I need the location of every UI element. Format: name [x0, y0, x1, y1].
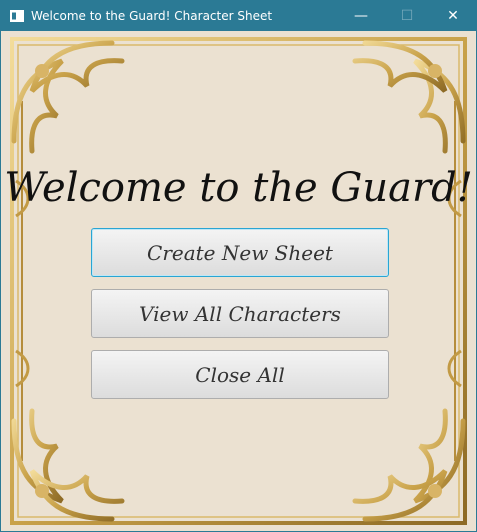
app-window-icon [9, 8, 25, 24]
title-bar[interactable]: Welcome to the Guard! Character Sheet — … [1, 1, 476, 31]
maximize-icon: ☐ [400, 8, 414, 24]
view-all-characters-button[interactable]: View All Characters [91, 289, 389, 338]
main-content: Welcome to the Guard! Create New Sheet V… [2, 31, 475, 531]
maximize-button: ☐ [384, 1, 430, 31]
app-window: Welcome to the Guard! Character Sheet — … [0, 0, 477, 532]
close-all-button[interactable]: Close All [91, 350, 389, 399]
window-title: Welcome to the Guard! Character Sheet [31, 9, 273, 23]
close-window-button[interactable]: ✕ [430, 1, 476, 31]
close-icon: ✕ [447, 8, 459, 24]
minimize-button[interactable]: — [338, 1, 384, 31]
ornamental-frame [10, 37, 467, 525]
welcome-heading: Welcome to the Guard! [4, 165, 473, 211]
minimize-icon: — [354, 8, 368, 24]
create-new-sheet-button[interactable]: Create New Sheet [91, 228, 389, 277]
